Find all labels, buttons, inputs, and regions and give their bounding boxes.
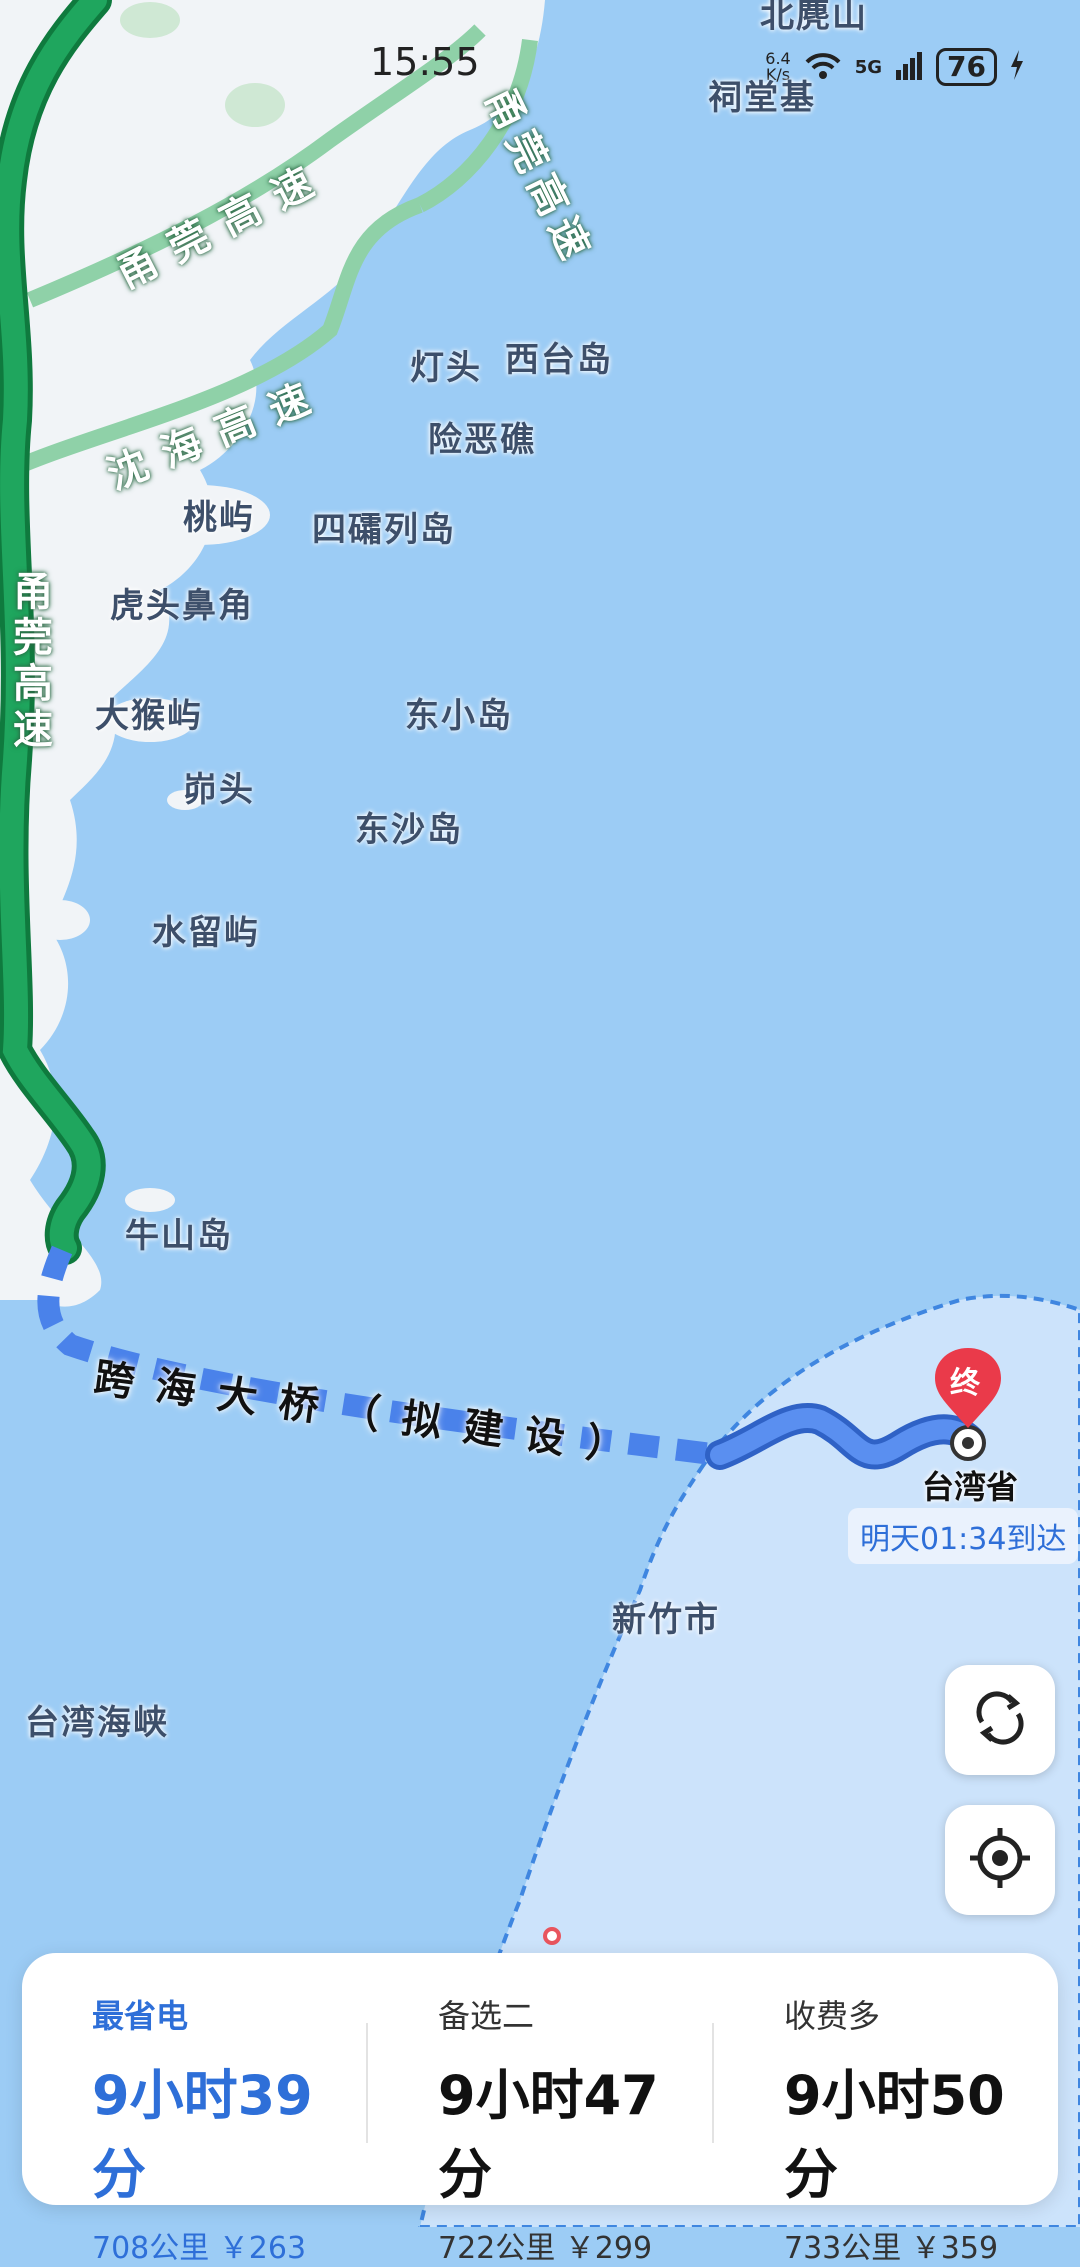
signal-icon xyxy=(894,50,924,85)
place-label: 北麂山 xyxy=(760,0,868,36)
locate-icon xyxy=(968,1826,1032,1894)
place-label: 东小岛 xyxy=(405,696,513,736)
refresh-route-button[interactable] xyxy=(945,1665,1055,1775)
highway-label: 甬莞高速 xyxy=(6,570,52,754)
charging-icon xyxy=(1009,49,1025,85)
route-label: 收费多 xyxy=(784,1997,881,2035)
route-info: 708公里 ￥263 xyxy=(92,2231,307,2266)
route-duration: 9小时39分 xyxy=(92,2064,313,2206)
battery-icon: 76 xyxy=(936,48,997,86)
place-label: 桃屿 xyxy=(183,498,255,538)
place-label: 西台岛 xyxy=(505,340,613,380)
route-duration: 9小时50分 xyxy=(784,2064,1005,2206)
route-info: 733公里 ￥359 xyxy=(784,2231,999,2266)
route-options-panel: 最省电 9小时39分 708公里 ￥263 备选二 9小时47分 722公里 ￥… xyxy=(22,1953,1058,2266)
place-label: 险恶礁 xyxy=(428,420,536,460)
network-type: 5G xyxy=(854,56,883,78)
place-label: 祠堂基 xyxy=(708,78,816,118)
status-time: 15:55 xyxy=(370,40,480,84)
place-label: 牛山岛 xyxy=(125,1216,233,1256)
route-option-2[interactable]: 备选二 9小时47分 722公里 ￥299 xyxy=(366,1953,712,2266)
destination-marker-label: 终 xyxy=(950,1366,980,1401)
place-label: 台湾海峡 xyxy=(25,1703,169,1743)
eta-badge: 明天01:34到达 xyxy=(848,1508,1079,1564)
route-label: 备选二 xyxy=(438,1997,535,2035)
place-label: 四礵列岛 xyxy=(312,510,456,550)
place-label: 大猴屿 xyxy=(95,696,203,736)
route-duration: 9小时47分 xyxy=(438,2064,659,2206)
refresh-icon xyxy=(968,1686,1032,1754)
destination-name: 台湾省 xyxy=(922,1468,1019,1506)
place-label: 虎头鼻角 xyxy=(110,586,254,626)
place-label: 灯头 xyxy=(410,348,482,388)
place-label: 新竹市 xyxy=(612,1600,720,1640)
route-option-3[interactable]: 收费多 9小时50分 733公里 ￥359 xyxy=(712,1953,1058,2266)
locate-button[interactable] xyxy=(945,1805,1055,1915)
place-label: 峁头 xyxy=(183,770,255,810)
route-info: 722公里 ￥299 xyxy=(438,2231,653,2266)
place-label: 水留屿 xyxy=(152,913,260,953)
route-option-1[interactable]: 最省电 9小时39分 708公里 ￥263 xyxy=(22,1953,366,2266)
place-label: 东沙岛 xyxy=(355,810,463,850)
route-label: 最省电 xyxy=(92,1997,189,2035)
